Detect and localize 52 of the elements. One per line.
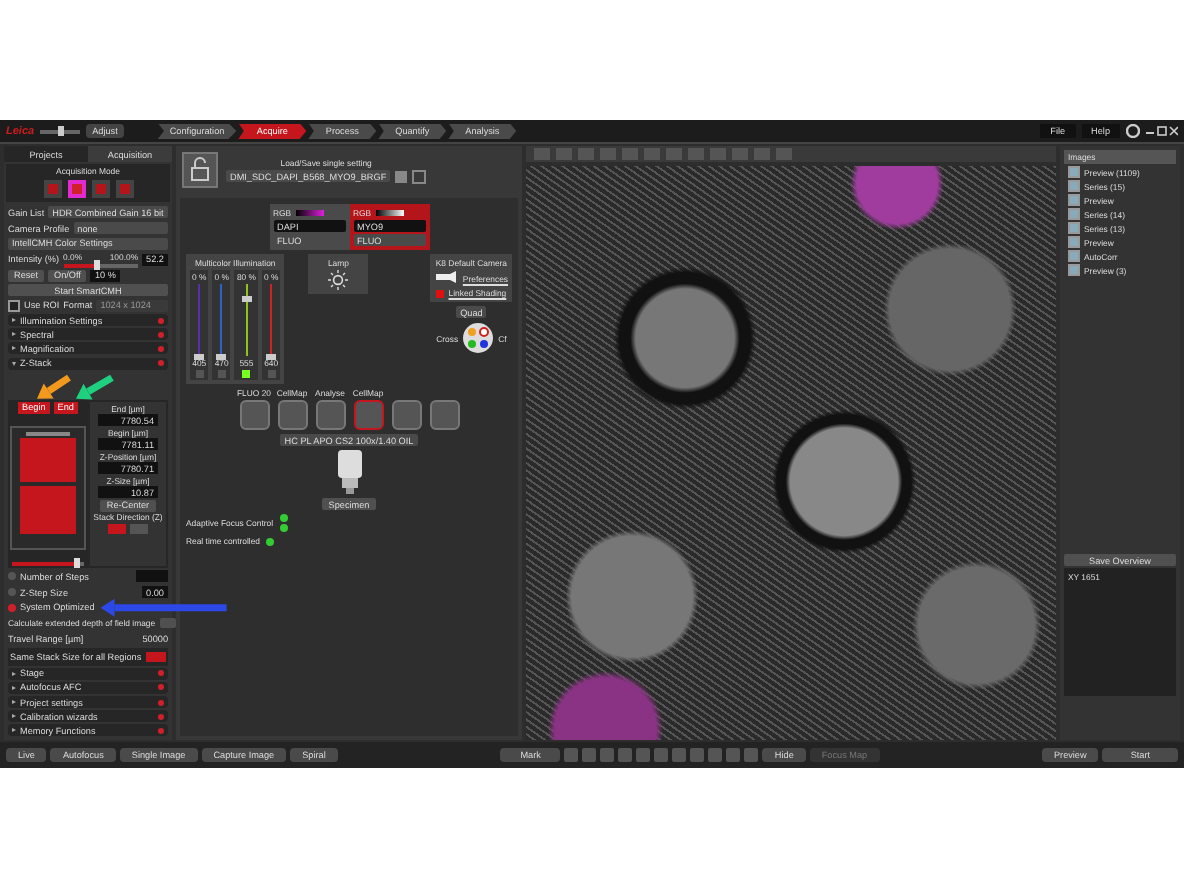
checkbox[interactable] [1068,250,1080,262]
turret-position-button[interactable] [315,400,345,430]
turret-position-button[interactable] [391,400,421,430]
window-controls-icon [1146,126,1178,136]
status-dot-icon [158,727,164,734]
radio-button[interactable] [8,572,16,581]
checkbox[interactable] [1068,208,1080,220]
value-field[interactable] [136,570,168,583]
color-gradient-icon [375,210,404,216]
status-dot-icon [158,670,164,677]
checkbox[interactable] [1068,222,1080,234]
color-gradient-icon [295,210,324,216]
acquisition-mode-button[interactable] [43,180,61,198]
acquisition-mode-button[interactable] [91,180,109,198]
checkbox[interactable] [436,289,445,297]
lock-icon [182,152,218,188]
checkbox[interactable] [8,299,20,312]
checkbox[interactable] [1068,166,1080,178]
zoom-slider-thumb[interactable] [57,126,64,136]
slider-thumb[interactable] [93,260,100,271]
turret-position-button[interactable] [277,400,307,430]
status-dot-icon [158,360,164,367]
status-dot-icon [158,345,164,352]
filter-wheel-icon [462,322,495,354]
checkbox[interactable] [1068,180,1080,192]
checkbox[interactable] [1068,236,1080,248]
lamp-icon [328,270,349,290]
status-dot-icon [158,684,164,691]
toggle-button[interactable] [159,618,176,629]
status-dot-icon [158,317,164,324]
status-dot-icon [158,713,164,720]
radio-button[interactable] [8,603,16,612]
channel-on-button[interactable] [242,370,251,378]
checkbox[interactable] [1068,264,1080,276]
toggle-switch[interactable] [146,651,166,662]
camera-icon [434,270,459,286]
slider-thumb[interactable] [216,353,227,359]
objective-icon [333,450,365,494]
slider-thumb[interactable] [73,558,80,569]
checkbox[interactable] [1068,194,1080,206]
acquisition-mode-button[interactable] [115,180,133,198]
turret-position-button[interactable] [353,400,383,430]
turret-position-button[interactable] [429,400,459,430]
slider-thumb[interactable] [241,295,252,302]
status-dot-icon [158,331,164,338]
status-dot-icon [158,699,164,706]
turret-position-button[interactable] [239,400,269,430]
intensity-slider[interactable] [63,263,139,268]
radio-button[interactable] [8,588,16,597]
slider-thumb[interactable] [194,353,205,359]
acquisition-mode-button[interactable] [67,180,85,198]
slider-thumb[interactable] [266,353,277,359]
